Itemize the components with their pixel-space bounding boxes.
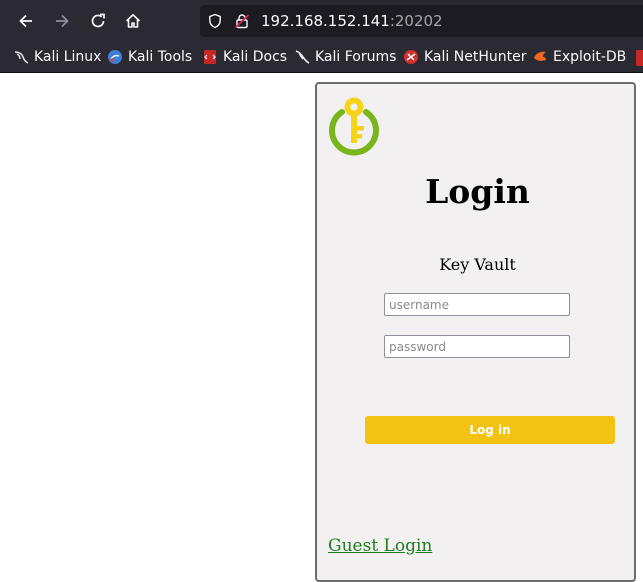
reload-icon: [91, 13, 105, 28]
bookmark-overflow-icon[interactable]: [636, 50, 643, 66]
address-bar[interactable]: 192.168.152.141:20202: [200, 5, 643, 37]
bookmark-kali-nethunter[interactable]: Kali NetHunter: [403, 47, 526, 67]
username-input[interactable]: [384, 293, 570, 316]
bookmark-label: Kali Tools: [128, 49, 193, 65]
login-button[interactable]: Log in: [365, 416, 615, 444]
arrow-left-icon: [19, 14, 32, 28]
forward-button[interactable]: [48, 7, 76, 35]
bookmarks-toolbar: Kali Linux Kali Tools Kali Docs Kali For…: [0, 42, 643, 73]
kali-dragon-icon: [14, 51, 29, 64]
bookmark-kali-forums[interactable]: Kali Forums: [294, 47, 396, 67]
bookmark-label: Kali Docs: [223, 49, 288, 65]
url-text[interactable]: 192.168.152.141:20202: [261, 12, 443, 30]
bookmark-kali-linux[interactable]: Kali Linux: [13, 47, 101, 67]
nethunter-icon: [404, 50, 418, 64]
bookmark-kali-tools[interactable]: Kali Tools: [107, 47, 192, 67]
browser-toolbar: 192.168.152.141:20202: [0, 0, 643, 42]
bookmark-label: Exploit-DB: [553, 49, 627, 65]
back-button[interactable]: [12, 7, 40, 35]
login-title: Login: [425, 172, 530, 211]
home-button[interactable]: [119, 7, 147, 35]
arrow-right-icon: [56, 14, 69, 28]
bookmark-label: Kali Forums: [315, 49, 397, 65]
kali-forums-icon: [295, 50, 310, 64]
vault-name: Key Vault: [439, 255, 516, 274]
kali-tools-icon: [108, 50, 122, 64]
guest-login-link[interactable]: Guest Login: [328, 536, 432, 556]
kali-docs-icon: [204, 50, 216, 64]
reload-button[interactable]: [84, 7, 112, 35]
bookmark-label: Kali Linux: [34, 49, 102, 65]
login-card: Login Key Vault Log in Guest Login: [315, 82, 636, 582]
key-vault-logo-icon: [329, 97, 379, 156]
url-port: :20202: [389, 12, 443, 30]
bookmark-exploit-db[interactable]: Exploit-DB: [532, 47, 626, 67]
insecure-lock-icon[interactable]: [234, 13, 250, 29]
shield-icon[interactable]: [207, 13, 223, 29]
exploit-db-icon: [534, 51, 546, 61]
password-input[interactable]: [384, 335, 570, 358]
home-icon: [125, 14, 141, 28]
bookmark-label: Kali NetHunter: [424, 49, 527, 65]
url-host: 192.168.152.141: [261, 12, 390, 30]
bookmark-kali-docs[interactable]: Kali Docs: [202, 47, 287, 67]
